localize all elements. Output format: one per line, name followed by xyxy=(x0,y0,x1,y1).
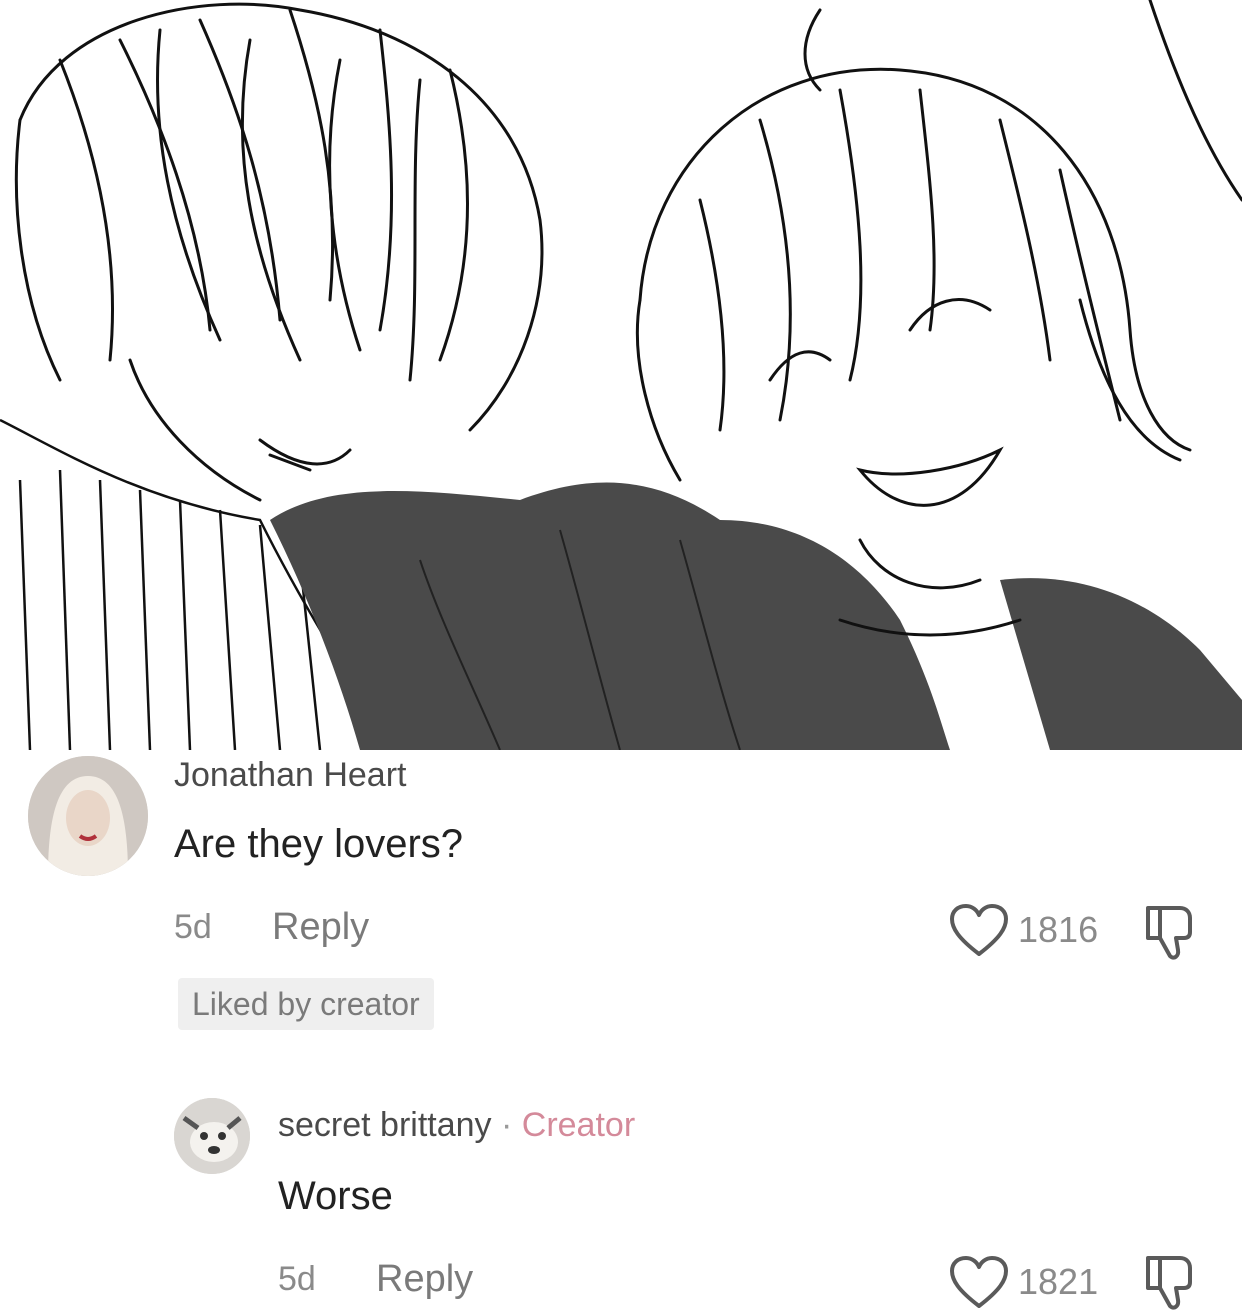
creator-username[interactable]: secret brittany xyxy=(278,1106,492,1144)
manga-image xyxy=(0,0,1242,750)
heart-icon[interactable] xyxy=(948,902,1010,958)
comment-item: Jonathan Heart Are they lovers? 5d Reply… xyxy=(0,752,1242,1052)
creator-tag: Creator xyxy=(521,1106,636,1144)
comment-text: Are they lovers? xyxy=(174,822,464,866)
liked-by-creator-badge: Liked by creator xyxy=(178,978,434,1030)
like-count: 1816 xyxy=(1018,909,1099,950)
heart-icon[interactable] xyxy=(948,1254,1010,1310)
like-count: 1821 xyxy=(1018,1261,1099,1302)
user-avatar-icon[interactable] xyxy=(28,756,148,876)
comment-username[interactable]: Jonathan Heart xyxy=(174,756,407,795)
like-button[interactable]: 1816 xyxy=(948,902,1098,958)
like-button[interactable]: 1821 xyxy=(948,1254,1098,1310)
thumbs-down-icon[interactable] xyxy=(1140,902,1202,962)
separator-dot: · xyxy=(500,1106,513,1144)
comment-timestamp: 5d xyxy=(278,1260,316,1298)
comment-reply-item: secret brittany · Creator Worse 5d Reply… xyxy=(0,1090,1242,1313)
comment-timestamp: 5d xyxy=(174,908,212,946)
reply-button[interactable]: Reply xyxy=(272,906,369,949)
reply-button[interactable]: Reply xyxy=(376,1258,473,1301)
creator-avatar-icon[interactable] xyxy=(174,1098,250,1174)
reply-username: secret brittany · Creator xyxy=(278,1106,635,1145)
comment-text: Worse xyxy=(278,1174,393,1218)
thumbs-down-icon[interactable] xyxy=(1140,1252,1202,1312)
